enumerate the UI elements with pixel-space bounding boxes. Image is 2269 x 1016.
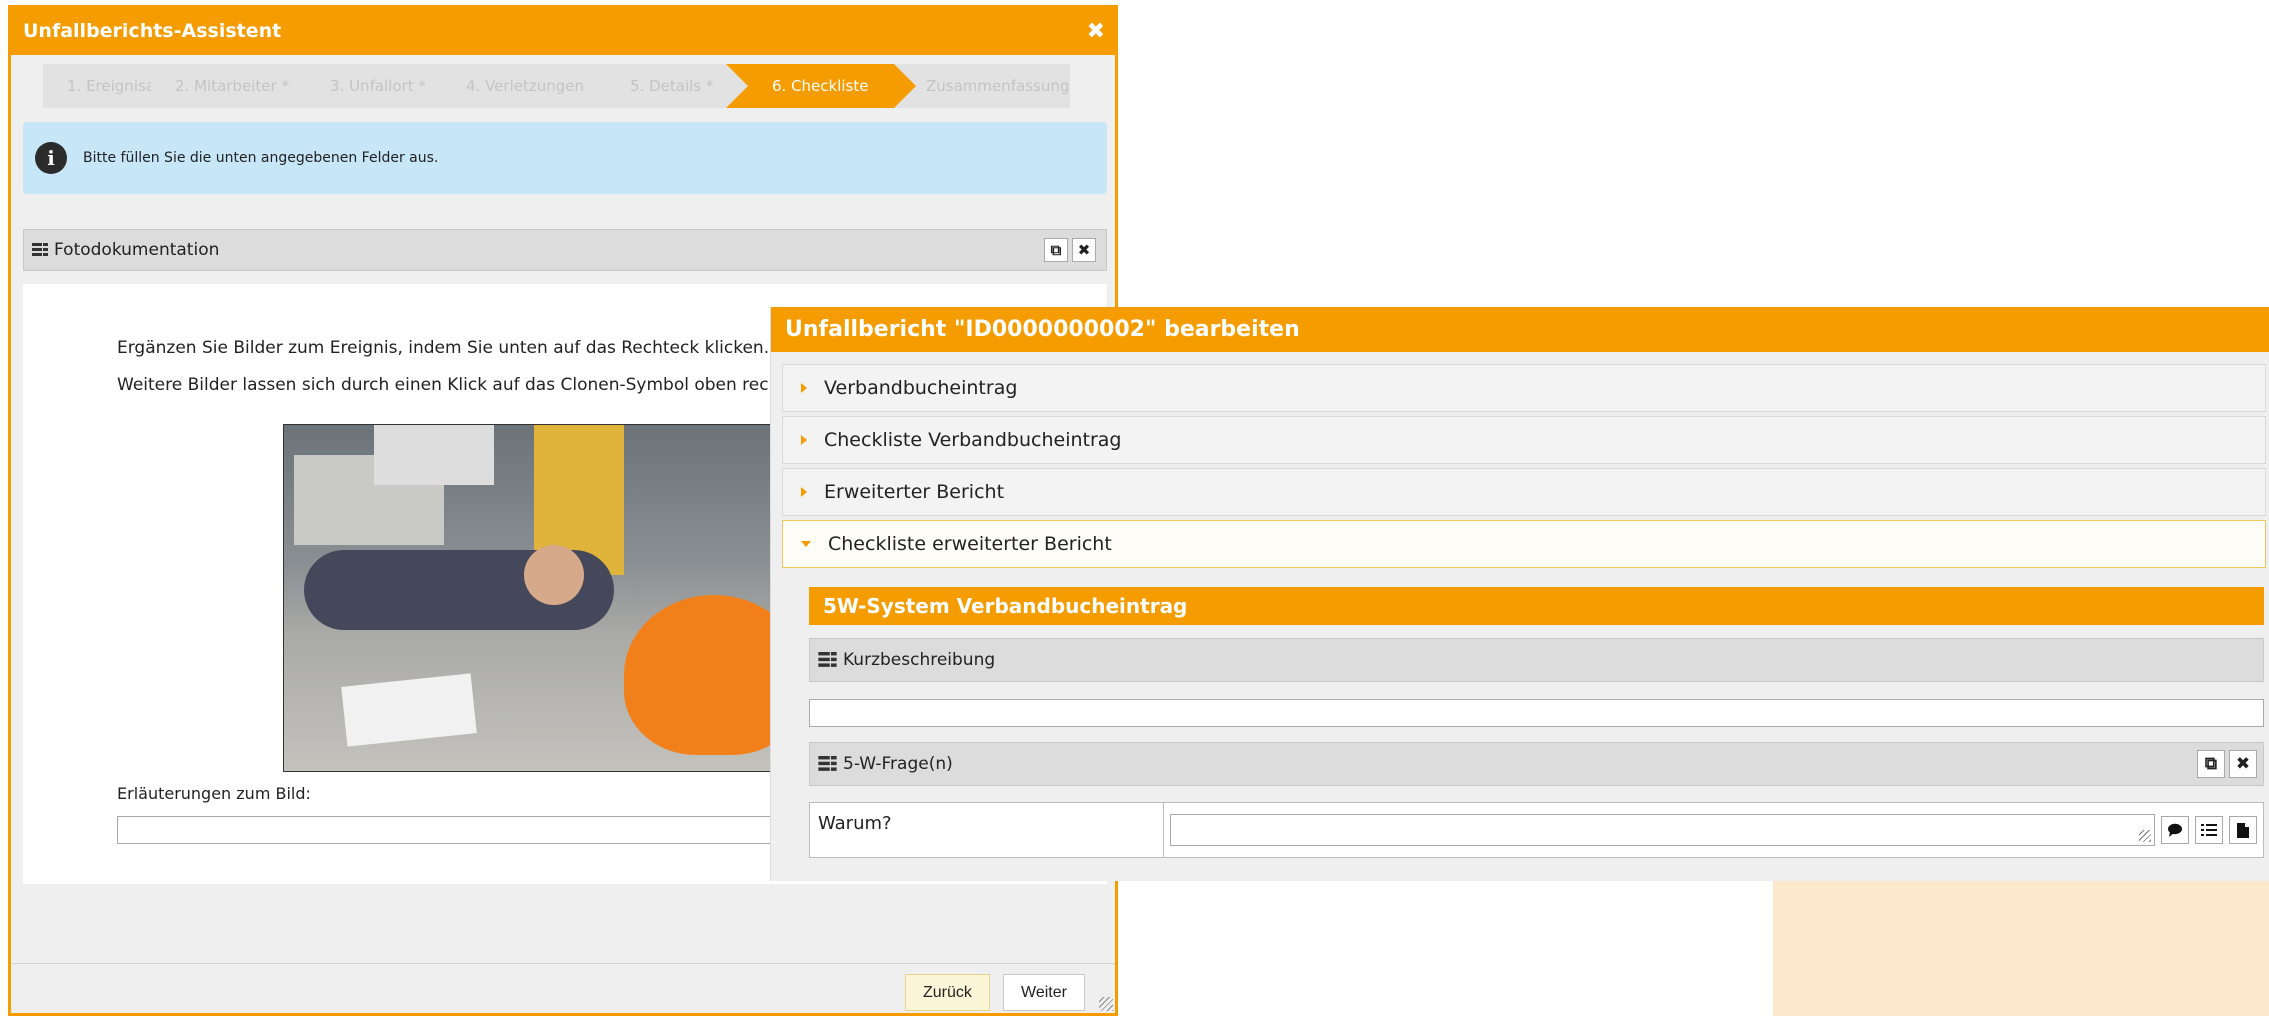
close-icon[interactable]: ✖ <box>1072 238 1096 262</box>
info-text: Bitte füllen Sie die unten angegebenen F… <box>83 150 439 166</box>
wizard-steps: 1. Ereignisart * 2. Mitarbeiter * 3. Unf… <box>43 64 1093 108</box>
caret-right-icon <box>801 383 807 393</box>
wizard-title: Unfallberichts-Assistent <box>23 20 282 42</box>
step-unfallort[interactable]: 3. Unfallort * <box>306 64 442 108</box>
list-icon[interactable] <box>2195 816 2223 844</box>
accordion-label: Erweiterter Bericht <box>824 481 1005 503</box>
accordion-label: Checkliste Verbandbucheintrag <box>824 429 1122 451</box>
list-icon <box>32 243 48 257</box>
photo-detail <box>624 595 782 755</box>
footer-divider <box>11 963 1115 964</box>
warum-label: Warum? <box>810 803 1164 857</box>
back-button[interactable]: Zurück <box>905 974 990 1011</box>
info-message: i Bitte füllen Sie die unten angegebenen… <box>23 122 1107 194</box>
next-button[interactable]: Weiter <box>1003 974 1085 1011</box>
accordion-checkliste-erweiterter-bericht[interactable]: Checkliste erweiterter Bericht <box>782 520 2266 568</box>
photo-detail <box>341 673 477 747</box>
accordion-erweiterter-bericht[interactable]: Erweiterter Bericht <box>782 468 2266 516</box>
clone-icon[interactable]: ⧉ <box>2197 750 2225 778</box>
info-icon: i <box>35 142 67 174</box>
warum-textarea[interactable] <box>1170 814 2155 846</box>
panel-header-kurzbeschreibung: Kurzbeschreibung <box>809 638 2264 682</box>
photo-detail <box>524 545 584 605</box>
instruction-text: Ergänzen Sie Bilder zum Ereignis, indem … <box>117 338 770 358</box>
image-caption-label: Erläuterungen zum Bild: <box>117 784 311 803</box>
panel-title: Kurzbeschreibung <box>843 650 996 670</box>
clone-icon[interactable]: ⧉ <box>1044 238 1068 262</box>
list-icon <box>818 756 837 772</box>
kurzbeschreibung-input[interactable] <box>809 699 2264 727</box>
step-mitarbeiter[interactable]: 2. Mitarbeiter * <box>151 64 306 108</box>
warum-cell <box>1164 803 2263 857</box>
comment-icon[interactable] <box>2161 816 2189 844</box>
close-icon[interactable]: ✖ <box>2229 750 2257 778</box>
step-verletzungen[interactable]: 4. Verletzungen <box>442 64 606 108</box>
list-icon <box>818 652 837 668</box>
accordion-checkliste-verbandbucheintrag[interactable]: Checkliste Verbandbucheintrag <box>782 416 2266 464</box>
accordion-label: Verbandbucheintrag <box>824 377 1018 399</box>
close-icon[interactable]: ✖ <box>1087 8 1105 55</box>
accident-photo[interactable] <box>283 424 783 772</box>
instruction-text-clone: Weitere Bilder lassen sich durch einen K… <box>117 375 787 395</box>
file-icon[interactable] <box>2229 816 2257 844</box>
panel-buttons: ⧉ ✖ <box>1040 238 1096 262</box>
panel-title: 5-W-Frage(n) <box>843 754 953 774</box>
image-caption-input[interactable] <box>117 816 817 844</box>
caret-down-icon <box>801 541 811 547</box>
panel-title: Fotodokumentation <box>54 240 220 260</box>
step-checkliste[interactable]: 6. Checkliste <box>726 64 916 108</box>
panel-header-5w-fragen: 5-W-Frage(n) ⧉ ✖ <box>809 742 2264 786</box>
edit-dialog-title: Unfallbericht "ID0000000002" bearbeiten <box>771 307 2269 352</box>
panel-buttons: ⧉ ✖ <box>2193 750 2257 778</box>
caret-right-icon <box>801 487 807 497</box>
background-panel <box>1773 878 2269 1016</box>
accordion-verbandbucheintrag[interactable]: Verbandbucheintrag <box>782 364 2266 412</box>
photo-detail <box>374 425 494 485</box>
wizard-title-bar: Unfallberichts-Assistent ✖ <box>11 8 1115 55</box>
resize-handle[interactable] <box>1099 997 1113 1011</box>
section-title: 5W-System Verbandbucheintrag <box>809 587 2264 625</box>
warum-row: Warum? <box>809 802 2264 858</box>
edit-report-dialog: Unfallbericht "ID0000000002" bearbeiten … <box>770 307 2269 881</box>
accordion-label: Checkliste erweiterter Bericht <box>828 533 1112 555</box>
panel-header-fotodokumentation: Fotodokumentation ⧉ ✖ <box>23 229 1107 271</box>
step-ereignisart[interactable]: 1. Ereignisart * <box>43 64 179 108</box>
step-zusammenfassung[interactable]: Zusammenfassung <box>894 64 1070 108</box>
caret-right-icon <box>801 435 807 445</box>
